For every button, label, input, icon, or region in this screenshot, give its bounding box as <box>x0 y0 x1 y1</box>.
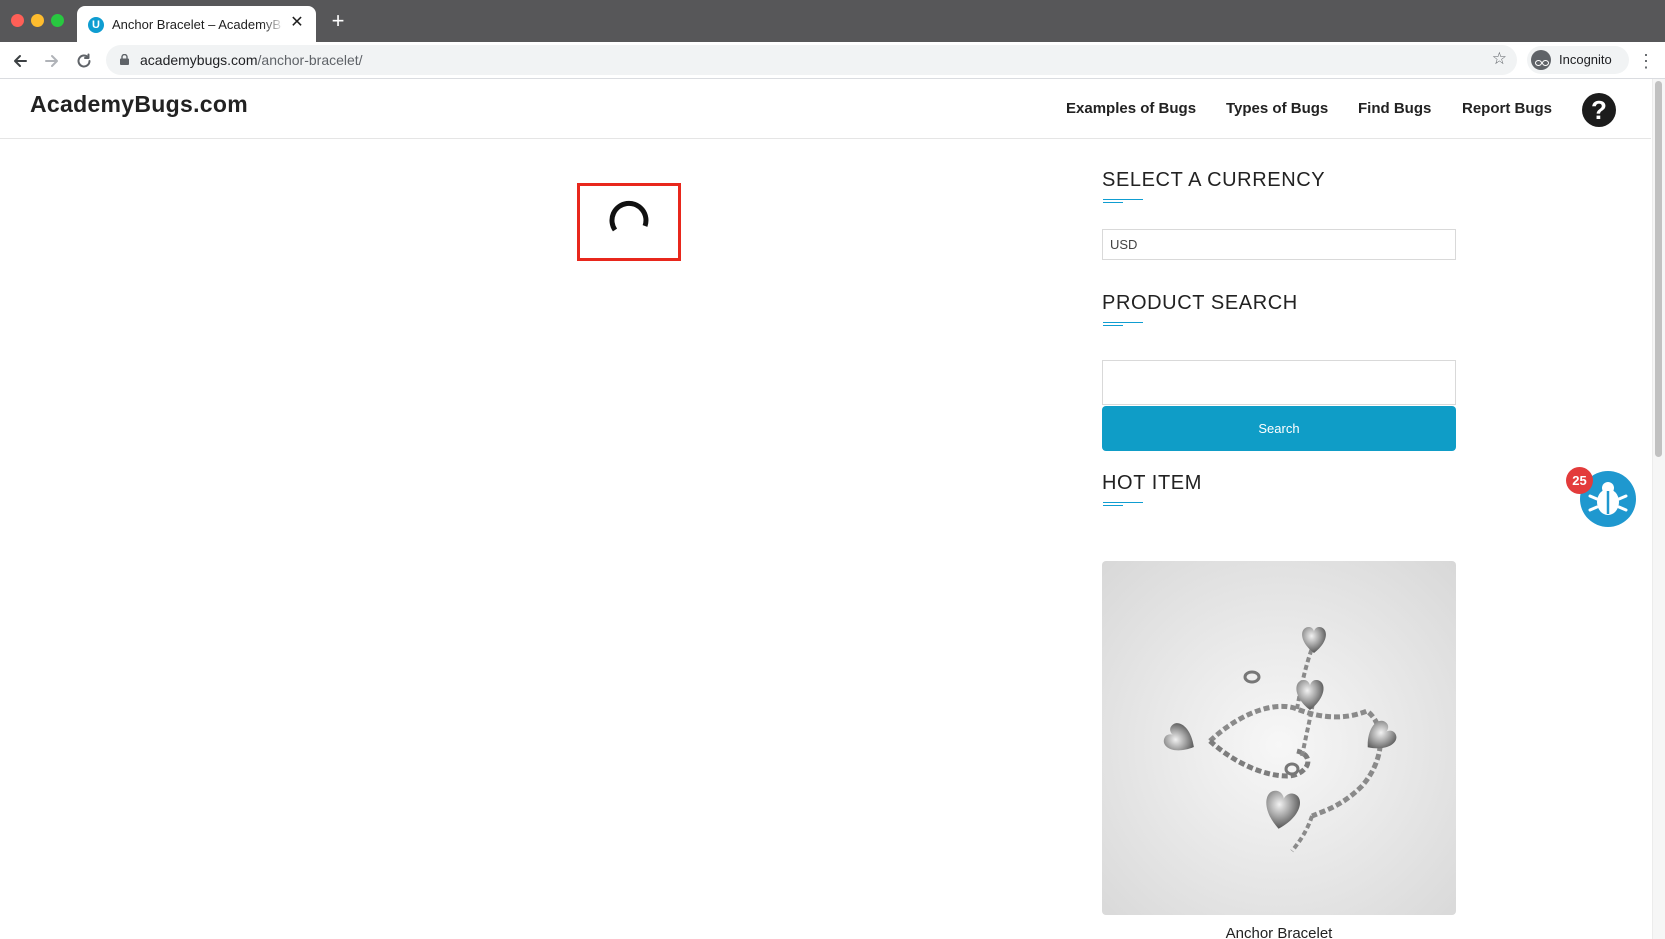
bookmark-star-icon[interactable]: ☆ <box>1492 49 1507 69</box>
bracelet-image <box>1163 627 1397 853</box>
address-bar[interactable]: academybugs.com/anchor-bracelet/ ☆ <box>106 45 1517 75</box>
close-tab-icon[interactable]: ✕ <box>288 14 306 32</box>
favicon-icon: U <box>88 17 104 33</box>
lock-icon <box>120 54 129 65</box>
bug-count-badge: 25 <box>1566 467 1593 494</box>
search-title-underline <box>1103 322 1143 326</box>
hot-item-title-underline <box>1103 502 1143 506</box>
currency-widget-title: SELECT A CURRENCY <box>1102 169 1326 191</box>
url-host: academybugs.com <box>140 52 258 68</box>
currency-select[interactable]: USD <box>1102 229 1456 260</box>
currency-title-underline <box>1103 199 1143 203</box>
browser-tab-bar: U Anchor Bracelet – AcademyBugs.com ✕ + <box>0 0 1665 42</box>
url-text: academybugs.com/anchor-bracelet/ <box>140 52 363 68</box>
tab-title: Anchor Bracelet – AcademyBugs.com <box>112 17 282 32</box>
site-logo[interactable]: AcademyBugs.com <box>30 91 248 118</box>
help-question-icon[interactable]: ? <box>1582 93 1616 127</box>
hot-item-product-name[interactable]: Anchor Bracelet <box>1102 925 1456 939</box>
back-arrow-icon[interactable] <box>8 49 32 73</box>
page-scrollbar[interactable] <box>1652 79 1665 939</box>
product-search-input[interactable] <box>1102 360 1456 405</box>
incognito-icon <box>1531 50 1551 70</box>
search-widget-title: PRODUCT SEARCH <box>1102 292 1298 314</box>
url-path: /anchor-bracelet/ <box>257 52 363 68</box>
minimize-window-button[interactable] <box>31 14 44 27</box>
new-tab-icon[interactable]: + <box>328 10 348 32</box>
nav-examples-of-bugs[interactable]: Examples of Bugs <box>1066 100 1196 117</box>
nav-types-of-bugs[interactable]: Types of Bugs <box>1226 100 1328 117</box>
nav-find-bugs[interactable]: Find Bugs <box>1358 100 1431 117</box>
page-scrollbar-thumb[interactable] <box>1655 81 1662 457</box>
incognito-label: Incognito <box>1559 52 1612 67</box>
forward-arrow-icon[interactable] <box>40 49 64 73</box>
close-window-button[interactable] <box>11 14 24 27</box>
loading-spinner-icon <box>609 200 649 232</box>
highlighted-loading-area <box>577 183 681 261</box>
page-viewport: AcademyBugs.com Examples of Bugs Types o… <box>0 79 1665 939</box>
hot-item-widget-title: HOT ITEM <box>1102 472 1202 494</box>
hot-item-product-image[interactable] <box>1102 561 1456 915</box>
nav-report-bugs[interactable]: Report Bugs <box>1462 100 1552 117</box>
search-button[interactable]: Search <box>1102 406 1456 451</box>
incognito-profile-button[interactable]: Incognito <box>1527 46 1629 74</box>
browser-menu-icon[interactable]: ⋮ <box>1637 50 1655 72</box>
browser-tab-active[interactable]: U Anchor Bracelet – AcademyBugs.com ✕ <box>77 6 316 42</box>
site-header: AcademyBugs.com Examples of Bugs Types o… <box>0 79 1651 139</box>
browser-toolbar: academybugs.com/anchor-bracelet/ ☆ Incog… <box>0 42 1665 79</box>
reload-icon[interactable] <box>72 49 96 73</box>
maximize-window-button[interactable] <box>51 14 64 27</box>
tab-title-fade <box>262 14 284 34</box>
